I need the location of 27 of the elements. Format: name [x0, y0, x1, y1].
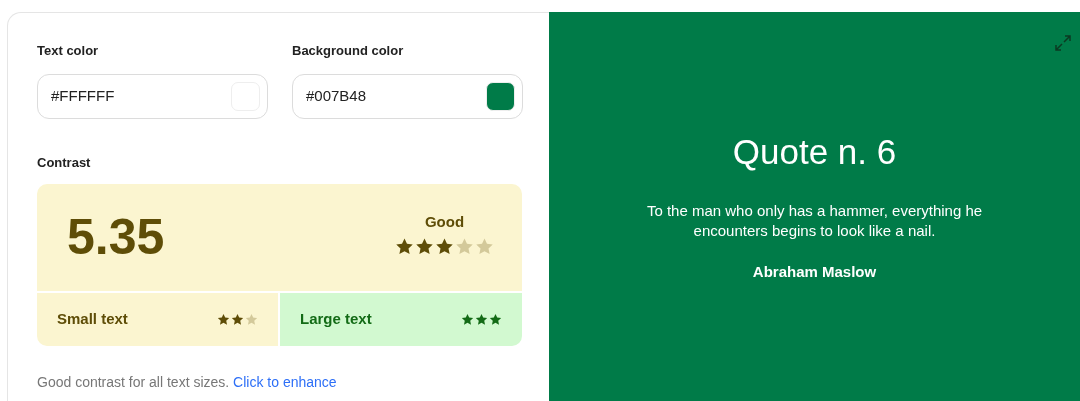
star-icon — [489, 313, 502, 326]
color-swatch[interactable] — [486, 81, 515, 111]
contrast-ratio: 5.35 — [67, 211, 165, 262]
expand-icon[interactable] — [1054, 34, 1072, 52]
size-label: Large text — [300, 309, 372, 330]
star-icon — [455, 237, 474, 257]
field-label: Text color — [37, 42, 100, 60]
star-icon — [475, 237, 494, 257]
star-icon — [217, 313, 230, 326]
star-icon — [475, 313, 488, 326]
section-label: Contrast — [37, 153, 92, 172]
star-icon — [245, 313, 258, 326]
color-input[interactable]: #FFFFFF — [37, 73, 268, 119]
rating-label: Good — [424, 211, 465, 232]
star-icon — [415, 237, 434, 257]
summary-text: Good contrast for all text sizes. — [37, 374, 230, 390]
quote-text: To the man who only has a hammer, everything he encounters begins to look like a nail. — [645, 201, 984, 241]
star-icon — [395, 237, 414, 257]
star-icon — [435, 237, 454, 257]
star-icon — [231, 313, 244, 326]
quote-title: Quote n. 6 — [732, 134, 897, 169]
star-icon — [461, 313, 474, 326]
field-label: Background color — [292, 42, 405, 60]
enhance-link[interactable]: Click to enhance — [233, 374, 337, 390]
color-input[interactable]: #007B48 — [292, 73, 523, 119]
size-label: Small text — [57, 309, 128, 330]
quote-author: Abraham Maslow — [752, 262, 877, 282]
